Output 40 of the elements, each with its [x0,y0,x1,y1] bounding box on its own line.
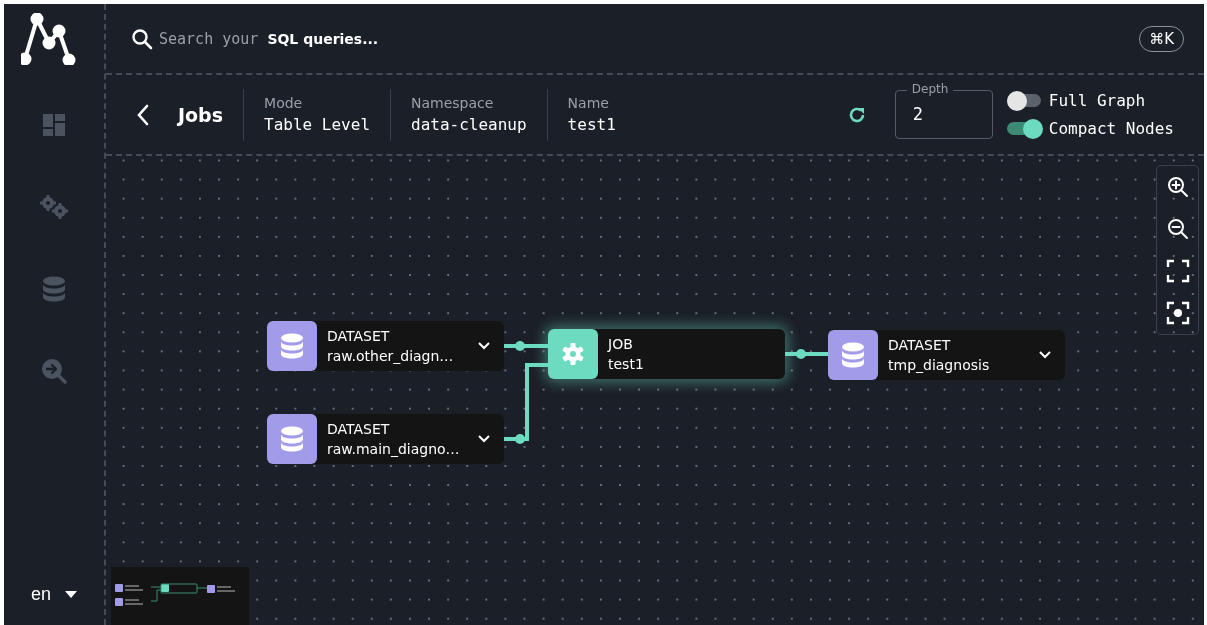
database-icon [280,333,304,359]
field-value: Table Level [264,115,370,134]
page-title: Jobs [178,103,224,126]
toggle-switch[interactable] [1006,90,1043,111]
edge-line [504,341,548,351]
node-name: test1 [608,355,645,374]
chevron-down-icon[interactable] [1039,351,1051,359]
zoom-in-button[interactable] [1165,175,1190,199]
node-type: DATASET [327,420,391,439]
database-icon [841,342,865,368]
node-name: tmp_diagnosis [888,356,991,375]
toggle-switch[interactable] [1006,118,1043,139]
job-node[interactable]: JOB test1 [548,329,785,379]
chevron-down-icon[interactable] [478,342,490,350]
dataset-node[interactable]: DATASET raw.main_diagno… [267,414,504,464]
caret-icon [65,591,77,598]
zoom-out-button[interactable] [1165,217,1190,241]
field-value: data-cleanup [411,115,527,134]
node-type: DATASET [327,327,391,346]
field-value: test1 [567,115,616,134]
toggle-label: Compact Nodes [1048,119,1174,138]
node-type: JOB [608,335,634,354]
dataset-node[interactable]: DATASET raw.other_diagn… [267,321,504,371]
database-icon [280,426,304,452]
language-select[interactable]: en [31,584,77,605]
field-label: Mode [264,95,304,111]
fit-view-button[interactable] [1165,259,1190,283]
chevron-down-icon[interactable] [478,435,490,443]
node-name: raw.other_diagn… [327,347,455,366]
node-name: raw.main_diagno… [327,440,461,459]
field-label: Namespace [411,95,495,111]
dataset-node[interactable]: DATASET tmp_diagnosis [828,330,1065,380]
search-field[interactable]: Search your SQL queries... [159,29,379,48]
search-icon [131,27,153,50]
edge-line [785,349,828,359]
gear-icon [561,342,585,366]
node-type: DATASET [888,336,952,355]
toggle-label: Full Graph [1048,91,1146,110]
center-button[interactable] [1165,301,1190,325]
field-label: Name [567,95,610,111]
